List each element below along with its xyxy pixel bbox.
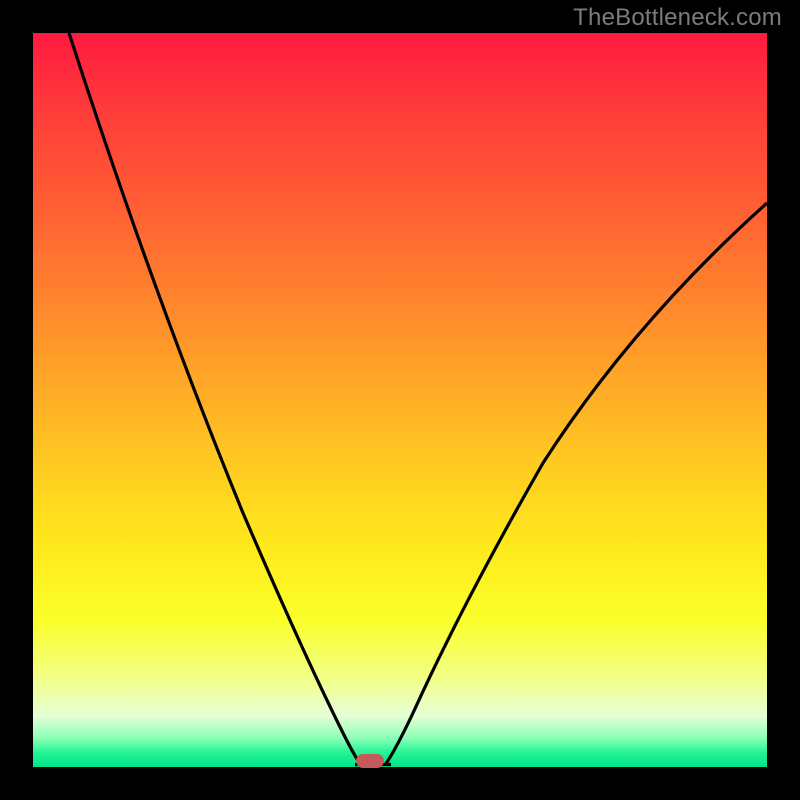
bottleneck-curve — [33, 33, 767, 767]
watermark-text: TheBottleneck.com — [573, 4, 782, 32]
plot-area — [33, 33, 767, 767]
optimal-marker — [356, 754, 384, 768]
chart-frame: TheBottleneck.com — [0, 0, 800, 800]
